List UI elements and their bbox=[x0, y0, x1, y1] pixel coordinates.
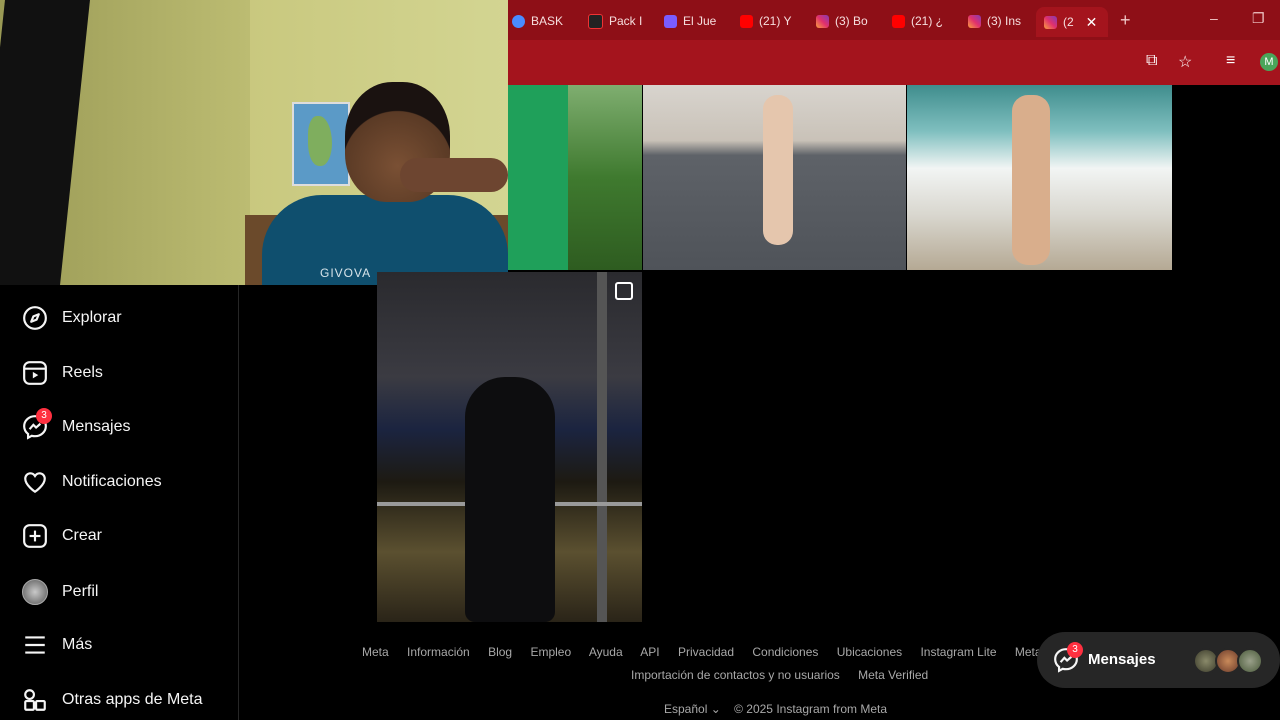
footer-link[interactable]: Información bbox=[407, 645, 470, 659]
footer-link[interactable]: Blog bbox=[488, 645, 512, 659]
close-tab-icon[interactable]: ✕ bbox=[1086, 14, 1098, 31]
post-image-detail bbox=[763, 95, 793, 245]
copyright-text: © 2025 Instagram from Meta bbox=[734, 702, 888, 716]
chevron-down-icon[interactable]: ⌄ bbox=[711, 702, 724, 716]
footer-link[interactable]: API bbox=[640, 645, 659, 659]
footer-link[interactable]: Instagram Lite bbox=[920, 645, 996, 659]
bookmark-star-icon[interactable]: ☆ bbox=[1178, 52, 1192, 72]
language-selector[interactable]: Español bbox=[664, 702, 707, 716]
footer-link[interactable]: Empleo bbox=[530, 645, 571, 659]
youtube-icon bbox=[892, 14, 905, 28]
browser-profile-avatar[interactable]: M bbox=[1260, 53, 1278, 71]
footer-link[interactable]: Meta bbox=[362, 645, 389, 659]
browser-window-frame: BASK Pack I El Jue (21) Y (3) Bo (21) ¿ … bbox=[508, 0, 1280, 85]
media-control-icon[interactable]: ≡ bbox=[1226, 52, 1235, 70]
instagram-icon bbox=[968, 14, 981, 28]
plus-square-icon bbox=[23, 524, 47, 548]
post-image-detail bbox=[508, 85, 568, 270]
sidebar-item-label: Mensajes bbox=[62, 418, 131, 435]
footer-link[interactable]: Ayuda bbox=[589, 645, 623, 659]
sidebar-item-mensajes[interactable]: 3 Mensajes bbox=[22, 408, 131, 440]
tab-label: (3) Bo bbox=[835, 14, 868, 28]
tab-2[interactable]: El Jue bbox=[664, 9, 726, 33]
post-image-detail bbox=[465, 377, 555, 622]
footer-link[interactable]: Importación de contactos y no usuarios bbox=[631, 668, 840, 682]
sidebar-item-label: Crear bbox=[62, 527, 103, 544]
webcam-shirt-text: GIVOVA bbox=[320, 266, 372, 280]
sidebar-item-label: Otras apps de Meta bbox=[62, 691, 203, 708]
carousel-icon bbox=[615, 282, 633, 300]
tab-favicon-icon bbox=[664, 14, 677, 28]
sidebar-item-notificaciones[interactable]: Notificaciones bbox=[22, 469, 162, 495]
meta-apps-icon bbox=[24, 689, 46, 711]
post-image-detail bbox=[1012, 95, 1050, 265]
tab-label: Pack I bbox=[609, 14, 643, 28]
sidebar-item-label: Más bbox=[62, 636, 93, 653]
sidebar-item-perfil[interactable]: Perfil bbox=[22, 579, 98, 605]
sidebar-item-label: Perfil bbox=[62, 583, 99, 600]
sidebar-item-label: Reels bbox=[62, 364, 103, 381]
footer-link[interactable]: Meta Verified bbox=[858, 668, 928, 682]
sidebar-item-otras-apps[interactable]: Otras apps de Meta bbox=[22, 687, 203, 713]
menu-icon bbox=[25, 636, 45, 654]
tab-1[interactable]: Pack I bbox=[588, 9, 650, 33]
tab-3[interactable]: (21) Y bbox=[740, 9, 802, 33]
restore-button[interactable]: ❐ bbox=[1252, 10, 1265, 27]
tab-label: El Jue bbox=[683, 14, 717, 28]
sidebar-item-reels[interactable]: Reels bbox=[22, 360, 103, 386]
tab-bar: BASK Pack I El Jue (21) Y (3) Bo (21) ¿ … bbox=[508, 0, 1280, 40]
sidebar-item-label: Notificaciones bbox=[62, 473, 162, 490]
messages-floating-button[interactable]: 3 Mensajes bbox=[1037, 632, 1280, 688]
tab-4[interactable]: (3) Bo bbox=[816, 9, 878, 33]
webcam-wall-map bbox=[292, 102, 350, 186]
notification-badge: 3 bbox=[36, 408, 52, 424]
instagram-sidebar: Explorar Reels 3 Mensajes Notificaciones… bbox=[0, 285, 239, 720]
new-tab-button[interactable]: + bbox=[1120, 10, 1131, 31]
footer-link[interactable]: Condiciones bbox=[752, 645, 818, 659]
post-thumbnail[interactable] bbox=[907, 85, 1172, 270]
webcam-overlay: GIVOVA bbox=[0, 0, 508, 285]
tab-favicon-icon bbox=[588, 13, 603, 29]
tab-label: (21) ¿ bbox=[911, 14, 944, 28]
sidebar-item-mas[interactable]: Más bbox=[22, 632, 92, 658]
footer-bottom: Español ⌄ © 2025 Instagram from Meta bbox=[664, 702, 887, 716]
footer-link[interactable]: Ubicaciones bbox=[837, 645, 902, 659]
conversation-avatars bbox=[1193, 648, 1263, 674]
footer-link[interactable]: Privacidad bbox=[678, 645, 734, 659]
instagram-icon bbox=[816, 14, 829, 28]
tab-label: (2 bbox=[1063, 15, 1074, 29]
webcam-person-arm bbox=[400, 158, 508, 192]
tab-label: (3) Ins bbox=[987, 14, 1022, 28]
sidebar-item-explorar[interactable]: Explorar bbox=[22, 305, 122, 331]
compass-icon bbox=[23, 306, 47, 330]
post-thumbnail[interactable] bbox=[508, 85, 642, 270]
footer-links-secondary: Importación de contactos y no usuarios M… bbox=[631, 668, 943, 682]
tab-6[interactable]: (3) Ins bbox=[968, 9, 1030, 33]
post-thumbnail[interactable] bbox=[377, 272, 642, 622]
notification-badge: 3 bbox=[1067, 642, 1083, 658]
sidebar-item-label: Explorar bbox=[62, 309, 122, 326]
install-app-icon[interactable]: ⧉ bbox=[1146, 52, 1157, 70]
instagram-icon bbox=[1044, 15, 1057, 29]
tab-0[interactable]: BASK bbox=[512, 9, 572, 33]
footer-links: Meta Información Blog Empleo Ayuda API P… bbox=[362, 645, 1100, 659]
avatar bbox=[1237, 648, 1263, 674]
tab-favicon-icon bbox=[512, 14, 525, 28]
browser-toolbar bbox=[508, 40, 1280, 85]
minimize-button[interactable]: – bbox=[1210, 10, 1218, 26]
post-image-detail bbox=[597, 272, 607, 622]
messages-label: Mensajes bbox=[1088, 651, 1156, 668]
youtube-icon bbox=[740, 14, 753, 28]
tab-active[interactable]: (2 ✕ bbox=[1036, 7, 1108, 37]
sidebar-item-crear[interactable]: Crear bbox=[22, 523, 102, 549]
tab-label: (21) Y bbox=[759, 14, 792, 28]
reels-icon bbox=[23, 361, 47, 385]
tab-5[interactable]: (21) ¿ bbox=[892, 9, 954, 33]
avatar bbox=[22, 579, 48, 605]
post-thumbnail[interactable] bbox=[643, 85, 906, 270]
heart-icon bbox=[24, 472, 46, 494]
tab-label: BASK bbox=[531, 14, 564, 28]
